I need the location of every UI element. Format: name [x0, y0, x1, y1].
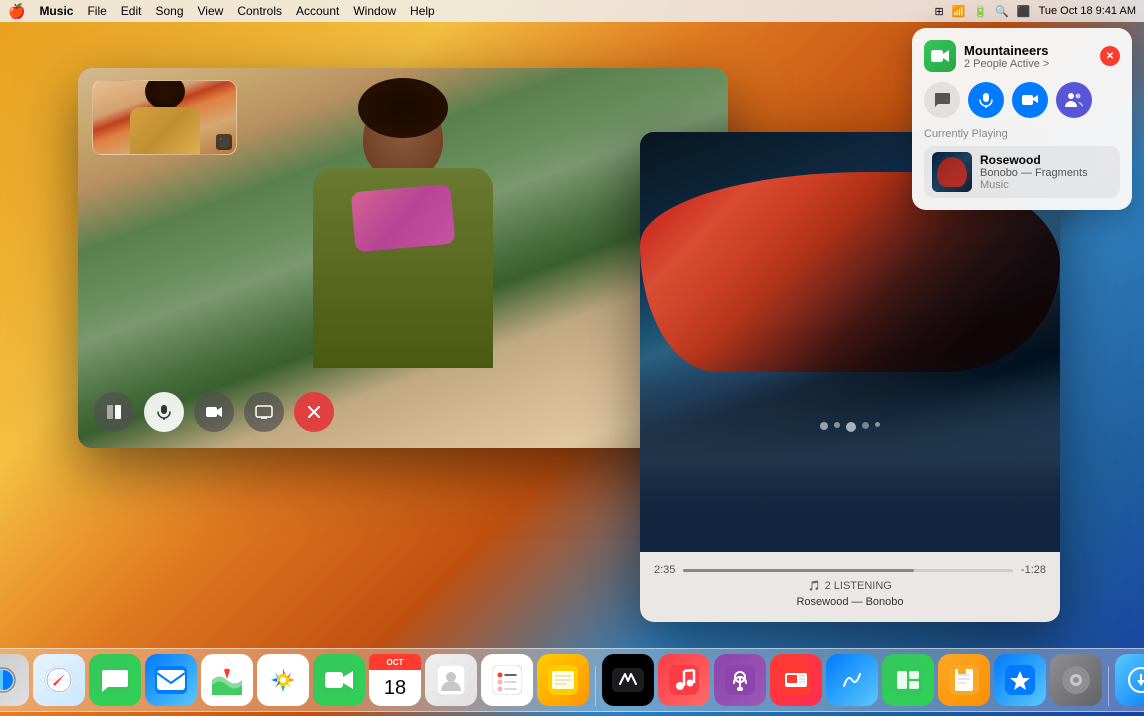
menubar-right: ⊞ 📶 🔋 🔍 ⬛ Tue Oct 18 9:41 AM — [935, 5, 1136, 18]
dock-item-reminders[interactable] — [481, 654, 533, 706]
desktop: 🍎 Music File Edit Song View Controls Acc… — [0, 0, 1144, 716]
mute-button[interactable] — [144, 392, 184, 432]
dock-item-pages[interactable] — [938, 654, 990, 706]
screen-share-button[interactable] — [244, 392, 284, 432]
control-center-icon[interactable]: ⊞ — [935, 5, 944, 18]
dock-item-facetime[interactable] — [313, 654, 365, 706]
music-controls-bar: 2:35 -1:28 🎵 2 LISTENING Rosewood — Bono… — [640, 552, 1060, 622]
notif-song-info: Rosewood Bonobo — Fragments Music — [980, 153, 1088, 191]
menu-app-name[interactable]: Music — [39, 4, 73, 18]
battery-icon[interactable]: 🔋 — [973, 5, 987, 18]
facetime-main-video: ⬛ — [78, 68, 728, 448]
dock-item-maps[interactable] — [201, 654, 253, 706]
self-view-thumbnail: ⬛ — [92, 80, 237, 155]
end-call-button[interactable] — [294, 392, 334, 432]
progress-track[interactable] — [683, 569, 1013, 572]
notif-song-source: Music — [980, 179, 1088, 191]
dock-divider-2 — [1108, 666, 1109, 706]
notif-subtitle[interactable]: 2 People Active > — [964, 58, 1049, 70]
menu-song[interactable]: Song — [155, 4, 183, 18]
notif-playing-card[interactable]: Rosewood Bonobo — Fragments Music — [924, 146, 1120, 198]
facetime-app-icon — [924, 40, 956, 72]
notif-header: Mountaineers 2 People Active > ✕ — [924, 40, 1120, 72]
listening-count: 2 LISTENING — [825, 580, 892, 592]
dock-item-calendar[interactable]: OCT 18 — [369, 654, 421, 706]
notif-title-row: Mountaineers 2 People Active > — [924, 40, 1049, 72]
listening-row: 🎵 2 LISTENING — [654, 580, 1046, 592]
datetime-display[interactable]: Tue Oct 18 9:41 AM — [1039, 5, 1136, 17]
artwork-gradient — [640, 352, 1060, 552]
notif-song-title: Rosewood — [980, 153, 1088, 167]
menu-account[interactable]: Account — [296, 4, 339, 18]
dock-item-contacts[interactable] — [425, 654, 477, 706]
dock-item-numbers[interactable] — [882, 654, 934, 706]
menu-extras-icon[interactable]: ⬛ — [1017, 5, 1031, 18]
message-action-button[interactable] — [924, 82, 960, 118]
video-action-button[interactable] — [1012, 82, 1048, 118]
menubar-left: 🍎 Music File Edit Song View Controls Acc… — [8, 3, 435, 20]
dock-item-safari[interactable] — [33, 654, 85, 706]
notif-album-art — [932, 152, 972, 192]
notif-close-button[interactable]: ✕ — [1100, 46, 1120, 66]
menu-help[interactable]: Help — [410, 4, 435, 18]
dock-item-mail[interactable] — [145, 654, 197, 706]
notif-app-name: Mountaineers — [964, 43, 1049, 58]
song-artist-label: Rosewood — Bonobo — [796, 596, 903, 608]
wifi-icon[interactable]: 📶 — [952, 5, 966, 18]
dock-item-appletv[interactable] — [602, 654, 654, 706]
notif-actions — [924, 82, 1120, 118]
dock-item-music[interactable] — [658, 654, 710, 706]
dock-item-messages[interactable] — [89, 654, 141, 706]
menu-controls[interactable]: Controls — [237, 4, 282, 18]
progress-fill — [683, 569, 914, 572]
people-action-button[interactable] — [1056, 82, 1092, 118]
notif-app-info: Mountaineers 2 People Active > — [964, 43, 1049, 70]
search-icon[interactable]: 🔍 — [995, 5, 1009, 18]
self-view-video — [93, 81, 236, 154]
menubar: 🍎 Music File Edit Song View Controls Acc… — [0, 0, 1144, 22]
facetime-window: ⬛ — [78, 68, 728, 448]
notif-song-album: Bonobo — Fragments — [980, 167, 1088, 179]
currently-playing-track: Rosewood — Bonobo — [654, 592, 1046, 610]
menu-file[interactable]: File — [87, 4, 106, 18]
dock-item-notes[interactable] — [537, 654, 589, 706]
dock-item-launchpad[interactable] — [0, 654, 29, 706]
dock-item-podcasts[interactable] — [714, 654, 766, 706]
menu-view[interactable]: View — [198, 4, 224, 18]
menu-window[interactable]: Window — [353, 4, 396, 18]
sidebar-toggle-button[interactable] — [94, 392, 134, 432]
time-elapsed: 2:35 — [654, 564, 675, 576]
dock-item-photos[interactable] — [257, 654, 309, 706]
menu-edit[interactable]: Edit — [121, 4, 142, 18]
facetime-controls — [94, 392, 334, 432]
dock-item-system-prefs[interactable] — [1050, 654, 1102, 706]
dock-item-airdrop[interactable] — [1115, 654, 1144, 706]
dock-item-freeform[interactable] — [826, 654, 878, 706]
progress-row: 2:35 -1:28 — [654, 564, 1046, 576]
apple-menu[interactable]: 🍎 — [8, 3, 25, 20]
dock: OCT 18 — [0, 648, 1144, 712]
time-remaining: -1:28 — [1021, 564, 1046, 576]
camera-button[interactable] — [194, 392, 234, 432]
notification-popup: Mountaineers 2 People Active > ✕ — [912, 28, 1132, 210]
listening-icon: 🎵 — [808, 581, 820, 592]
audio-action-button[interactable] — [968, 82, 1004, 118]
dock-item-news[interactable] — [770, 654, 822, 706]
currently-playing-label: Currently Playing — [924, 128, 1120, 140]
dock-item-appstore[interactable] — [994, 654, 1046, 706]
self-view-badge: ⬛ — [216, 134, 232, 150]
dock-divider — [595, 666, 596, 706]
